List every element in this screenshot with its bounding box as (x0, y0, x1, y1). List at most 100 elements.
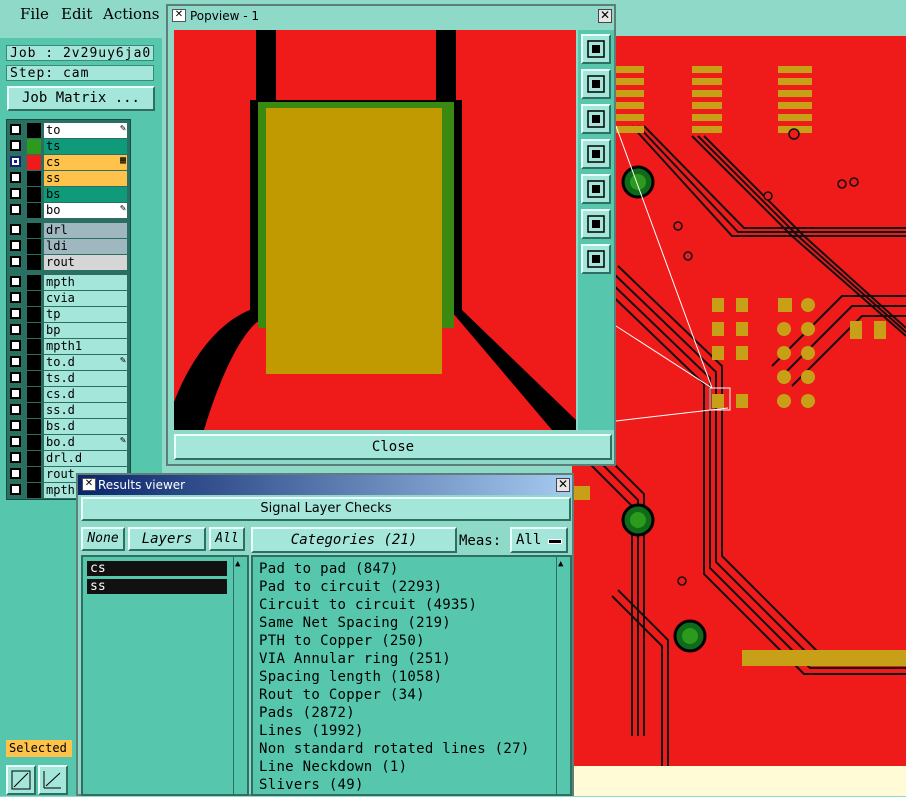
category-item[interactable]: Same Net Spacing (219) (259, 615, 451, 631)
board-canvas[interactable] (572, 36, 906, 766)
layer-name[interactable]: ts.d (44, 371, 127, 386)
layer-color-swatch[interactable] (27, 255, 41, 270)
layer-color-swatch[interactable] (27, 187, 41, 202)
layer-listbox[interactable]: cs ss ▲ (81, 555, 249, 796)
popview-close-button[interactable]: Close (174, 434, 612, 460)
section-title-button[interactable]: Signal Layer Checks (81, 497, 571, 521)
layer-row[interactable]: bs.d (10, 419, 130, 434)
layer-row[interactable]: mpth1 (10, 339, 130, 354)
layer-color-swatch[interactable] (27, 339, 41, 354)
layer-checkbox[interactable] (10, 124, 21, 135)
result-layer-item[interactable]: ss (87, 579, 227, 594)
layer-row[interactable]: ts (10, 139, 130, 154)
layer-checkbox[interactable] (10, 172, 21, 183)
layer-checkbox[interactable] (10, 372, 21, 383)
layer-name[interactable]: mpth (44, 275, 127, 290)
layer-checkbox[interactable] (10, 140, 21, 151)
category-item[interactable]: Rout to Copper (34) (259, 687, 425, 703)
layer-row[interactable]: rout (10, 255, 130, 270)
categories-listbox[interactable]: Pad to pad (847) Pad to circuit (2293) Cir… (251, 555, 572, 796)
category-item[interactable]: VIA Annular ring (251) (259, 651, 451, 667)
result-layer-item[interactable]: cs (87, 561, 227, 576)
layer-color-swatch[interactable] (27, 387, 41, 402)
layer-name[interactable]: ss.d (44, 403, 127, 418)
zoom-out-button[interactable] (581, 244, 611, 274)
layer-color-swatch[interactable] (27, 435, 41, 450)
zoom-fit-button[interactable] (581, 209, 611, 239)
layer-checkbox[interactable] (10, 188, 21, 199)
layer-checkbox[interactable] (10, 324, 21, 335)
menu-edit[interactable]: Edit (61, 5, 92, 23)
layer-color-swatch[interactable] (27, 223, 41, 238)
layer-row[interactable]: to ✎ (10, 123, 130, 138)
meas-dropdown[interactable]: All (510, 527, 568, 553)
layer-color-swatch[interactable] (27, 371, 41, 386)
layer-name[interactable]: ldi (44, 239, 127, 254)
layer-checkbox[interactable] (10, 484, 21, 495)
popview-canvas[interactable] (174, 30, 576, 430)
layer-checkbox[interactable] (10, 388, 21, 399)
category-item[interactable]: Lines (1992) (259, 723, 364, 739)
layer-color-swatch[interactable] (27, 203, 41, 218)
layer-row[interactable]: ss.d (10, 403, 130, 418)
layer-list-scrollbar[interactable] (133, 119, 157, 500)
layer-color-swatch[interactable] (27, 171, 41, 186)
layer-color-swatch[interactable] (27, 291, 41, 306)
layer-row[interactable]: bo.d ✎ (10, 435, 130, 450)
pan-down-button[interactable] (581, 104, 611, 134)
scroll-up-icon[interactable]: ▲ (235, 559, 240, 569)
popview-titlebar[interactable]: ✕ Popview - 1 ✕ (168, 6, 614, 26)
category-item[interactable]: Spacing length (1058) (259, 669, 442, 685)
layer-row[interactable]: bp (10, 323, 130, 338)
layer-name[interactable]: cs.d (44, 387, 127, 402)
layer-checkbox[interactable] (10, 420, 21, 431)
layer-checkbox[interactable] (10, 256, 21, 267)
layer-row[interactable]: ts.d (10, 371, 130, 386)
menu-file[interactable]: File (20, 5, 49, 23)
menu-actions[interactable]: Actions (103, 5, 159, 23)
layer-checkbox[interactable] (10, 224, 21, 235)
category-item[interactable]: PTH to Copper (250) (259, 633, 425, 649)
category-item[interactable]: Pad to circuit (2293) (259, 579, 442, 595)
close-icon[interactable]: ✕ (598, 9, 612, 23)
layer-color-swatch[interactable] (27, 451, 41, 466)
layer-name[interactable]: to.d (44, 355, 127, 370)
layer-row[interactable]: bs (10, 187, 130, 202)
layer-name[interactable]: bs (44, 187, 127, 202)
layer-name[interactable]: cs (44, 155, 127, 170)
category-item[interactable]: Pad to pad (847) (259, 561, 399, 577)
layer-name[interactable]: bo (44, 203, 127, 218)
layer-name[interactable]: bo.d (44, 435, 127, 450)
layer-row[interactable]: to.d ✎ (10, 355, 130, 370)
layer-color-swatch[interactable] (27, 483, 41, 498)
layer-checkbox[interactable] (10, 436, 21, 447)
snap-tool-button[interactable] (38, 765, 68, 795)
layer-name[interactable]: bp (44, 323, 127, 338)
layer-checkbox[interactable] (10, 404, 21, 415)
layer-checkbox[interactable] (10, 340, 21, 351)
close-icon[interactable]: ✕ (556, 478, 570, 492)
pan-left-button[interactable] (581, 139, 611, 169)
categories-scrollbar[interactable]: ▲ (556, 557, 570, 794)
layer-checkbox[interactable] (10, 156, 21, 167)
pan-right-button[interactable] (581, 174, 611, 204)
layer-checkbox[interactable] (10, 204, 21, 215)
layers-button[interactable]: Layers (128, 527, 206, 551)
layer-color-swatch[interactable] (27, 155, 41, 170)
categories-header-button[interactable]: Categories (21) (251, 527, 457, 553)
layer-checkbox[interactable] (10, 356, 21, 367)
layer-color-swatch[interactable] (27, 467, 41, 482)
layer-color-swatch[interactable] (27, 139, 41, 154)
category-item[interactable]: Pads (2872) (259, 705, 355, 721)
pan-up-button[interactable] (581, 69, 611, 99)
layer-color-swatch[interactable] (27, 419, 41, 434)
zoom-in-button[interactable] (581, 34, 611, 64)
layer-row[interactable]: cvia (10, 291, 130, 306)
layer-checkbox[interactable] (10, 452, 21, 463)
layer-color-swatch[interactable] (27, 403, 41, 418)
layer-checkbox[interactable] (10, 276, 21, 287)
layer-name[interactable]: ts (44, 139, 127, 154)
popview-window[interactable]: ✕ Popview - 1 ✕ Close (166, 4, 616, 466)
layer-name[interactable]: drl.d (44, 451, 127, 466)
layer-checkbox[interactable] (10, 292, 21, 303)
